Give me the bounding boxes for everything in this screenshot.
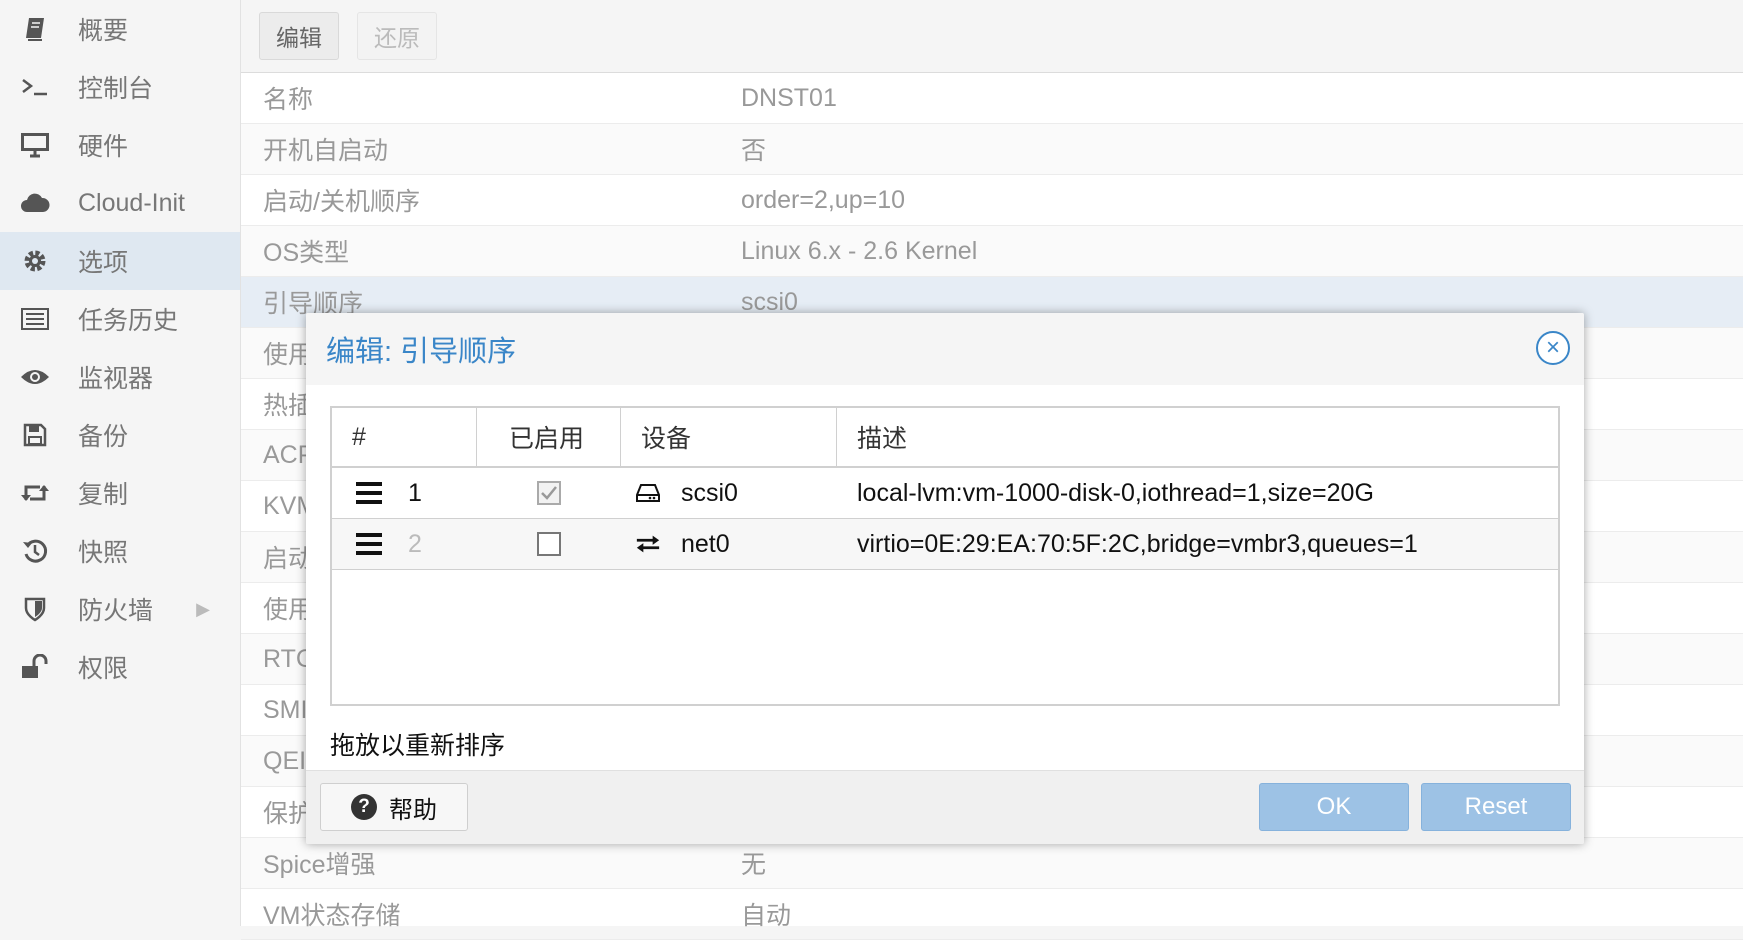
boot-order-grid: # 已启用 设备 描述 1 scsi0 local-lvm:vm-1000-di… (330, 406, 1560, 706)
floppy-icon (18, 418, 52, 452)
option-row[interactable]: OS类型 Linux 6.x - 2.6 Kernel (241, 226, 1743, 277)
sidebar-item-summary[interactable]: 概要 (0, 0, 240, 58)
option-value: DNST01 (741, 83, 837, 112)
retweet-icon (18, 476, 52, 510)
device-name: scsi0 (681, 478, 738, 507)
chevron-right-icon[interactable]: ▶ (196, 580, 210, 638)
row-number: 2 (408, 529, 422, 558)
device-description: local-lvm:vm-1000-disk-0,iothread=1,size… (857, 478, 1374, 507)
option-value: 自动 (741, 902, 792, 930)
sidebar-item-label: 概要 (78, 17, 129, 45)
sidebar-item-snapshot[interactable]: 快照 (0, 522, 240, 580)
question-circle-icon: ? (351, 794, 377, 820)
help-label: 帮助 (389, 796, 437, 824)
toolbar: 编辑 还原 (241, 0, 1743, 73)
boot-order-dialog: 编辑: 引导顺序 × # 已启用 设备 描述 1 scsi0 local-lvm… (306, 313, 1584, 844)
sidebar-item-label: 防火墙 (78, 597, 154, 625)
column-header-num[interactable]: # (332, 408, 477, 466)
sidebar-item-hardware[interactable]: 硬件 (0, 116, 240, 174)
device-description: virtio=0E:29:EA:70:5F:2C,bridge=vmbr3,qu… (857, 529, 1418, 558)
drag-handle-icon[interactable] (356, 482, 382, 504)
harddisk-icon (635, 483, 661, 503)
sidebar-item-label: 备份 (78, 423, 129, 451)
sidebar-item-console[interactable]: 控制台 (0, 58, 240, 116)
column-header-desc[interactable]: 描述 (837, 408, 1558, 466)
sidebar-item-label: 硬件 (78, 133, 129, 161)
eye-icon (18, 360, 52, 394)
table-row[interactable]: 2 net0 virtio=0E:29:EA:70:5F:2C,bridge=v… (332, 519, 1558, 570)
book-icon (18, 12, 52, 46)
enabled-checkbox[interactable] (537, 481, 561, 505)
sidebar-item-backup[interactable]: 备份 (0, 406, 240, 464)
sidebar-item-permissions[interactable]: 权限 (0, 638, 240, 696)
reset-button[interactable]: Reset (1421, 783, 1571, 831)
dialog-header: 编辑: 引导顺序 × (306, 313, 1584, 385)
option-row[interactable]: Spice增强 无 (241, 838, 1743, 889)
sidebar-item-firewall[interactable]: 防火墙 ▶ (0, 580, 240, 638)
option-row[interactable]: VM状态存储 自动 (241, 889, 1743, 940)
sidebar-item-label: 快照 (78, 539, 129, 567)
column-header-enabled[interactable]: 已启用 (477, 408, 621, 466)
dialog-body: # 已启用 设备 描述 1 scsi0 local-lvm:vm-1000-di… (306, 385, 1584, 771)
option-value: order=2,up=10 (741, 185, 906, 214)
sidebar-item-label: 权限 (78, 655, 129, 683)
revert-button[interactable]: 还原 (357, 12, 437, 60)
option-key: VM状态存储 (263, 902, 401, 930)
history-icon (18, 534, 52, 568)
option-row[interactable]: 名称 DNST01 (241, 73, 1743, 124)
drag-handle-icon[interactable] (356, 533, 382, 555)
ok-button[interactable]: OK (1259, 783, 1409, 831)
shield-icon (18, 592, 52, 626)
option-key: 启动/关机顺序 (263, 188, 420, 216)
option-value: 无 (741, 851, 767, 879)
monitor-icon (18, 128, 52, 162)
help-button[interactable]: ? 帮助 (320, 783, 468, 831)
option-row[interactable]: 启动/关机顺序 order=2,up=10 (241, 175, 1743, 226)
sidebar-item-label: 复制 (78, 481, 129, 509)
sidebar-item-options[interactable]: 选项 (0, 232, 240, 290)
cloud-icon (18, 186, 52, 220)
sidebar-item-replication[interactable]: 复制 (0, 464, 240, 522)
sidebar: 概要 控制台 硬件 Cloud-Init 选项 任务历史 监视器 备份 复制 快… (0, 0, 241, 926)
gear-icon (18, 244, 52, 278)
reorder-hint: 拖放以重新排序 (330, 732, 506, 760)
grid-header: # 已启用 设备 描述 (332, 408, 1558, 468)
close-icon[interactable]: × (1536, 331, 1570, 365)
sidebar-item-cloudinit[interactable]: Cloud-Init (0, 174, 240, 232)
dialog-title: 编辑: 引导顺序 (326, 336, 517, 368)
sidebar-item-monitor[interactable]: 监视器 (0, 348, 240, 406)
sidebar-item-label: 任务历史 (78, 307, 179, 335)
exchange-icon (635, 534, 661, 554)
row-number: 1 (408, 478, 422, 507)
sidebar-item-label: Cloud-Init (78, 188, 185, 217)
table-row[interactable]: 1 scsi0 local-lvm:vm-1000-disk-0,iothrea… (332, 468, 1558, 519)
option-key: 名称 (263, 86, 314, 114)
option-key: OS类型 (263, 239, 350, 267)
option-key: Spice增强 (263, 851, 376, 879)
enabled-checkbox[interactable] (537, 532, 561, 556)
terminal-icon (18, 70, 52, 104)
edit-button[interactable]: 编辑 (259, 12, 339, 60)
unlock-icon (18, 650, 52, 684)
sidebar-item-task-history[interactable]: 任务历史 (0, 290, 240, 348)
device-name: net0 (681, 529, 730, 558)
column-header-device[interactable]: 设备 (621, 408, 837, 466)
option-value: 否 (741, 137, 767, 165)
list-icon (18, 302, 52, 336)
sidebar-item-label: 监视器 (78, 365, 154, 393)
dialog-footer: ? 帮助 OK Reset (306, 770, 1584, 844)
option-value: Linux 6.x - 2.6 Kernel (741, 236, 978, 265)
option-key: 开机自启动 (263, 137, 389, 165)
sidebar-item-label: 选项 (78, 249, 129, 277)
option-row[interactable]: 开机自启动 否 (241, 124, 1743, 175)
sidebar-item-label: 控制台 (78, 75, 154, 103)
